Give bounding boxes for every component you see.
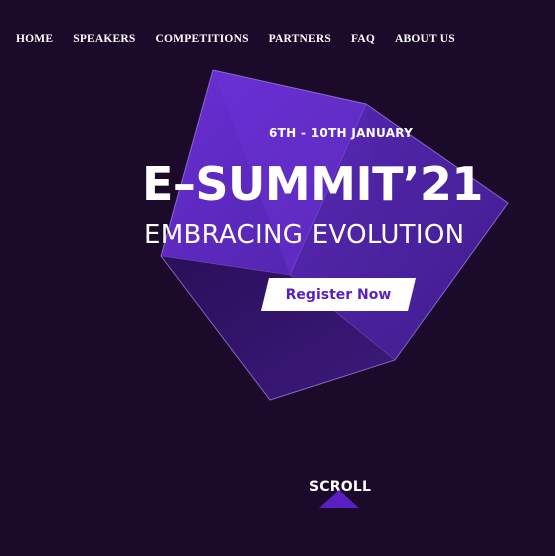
event-tagline: EMBRACING EVOLUTION	[144, 220, 465, 250]
event-date: 6TH - 10TH JANUARY	[269, 126, 414, 140]
register-now-label: Register Now	[285, 286, 392, 303]
triangle-up-icon[interactable]	[319, 490, 359, 508]
event-title: E–SUMMIT’21	[142, 157, 483, 211]
register-now-button[interactable]: Register Now	[261, 278, 416, 311]
